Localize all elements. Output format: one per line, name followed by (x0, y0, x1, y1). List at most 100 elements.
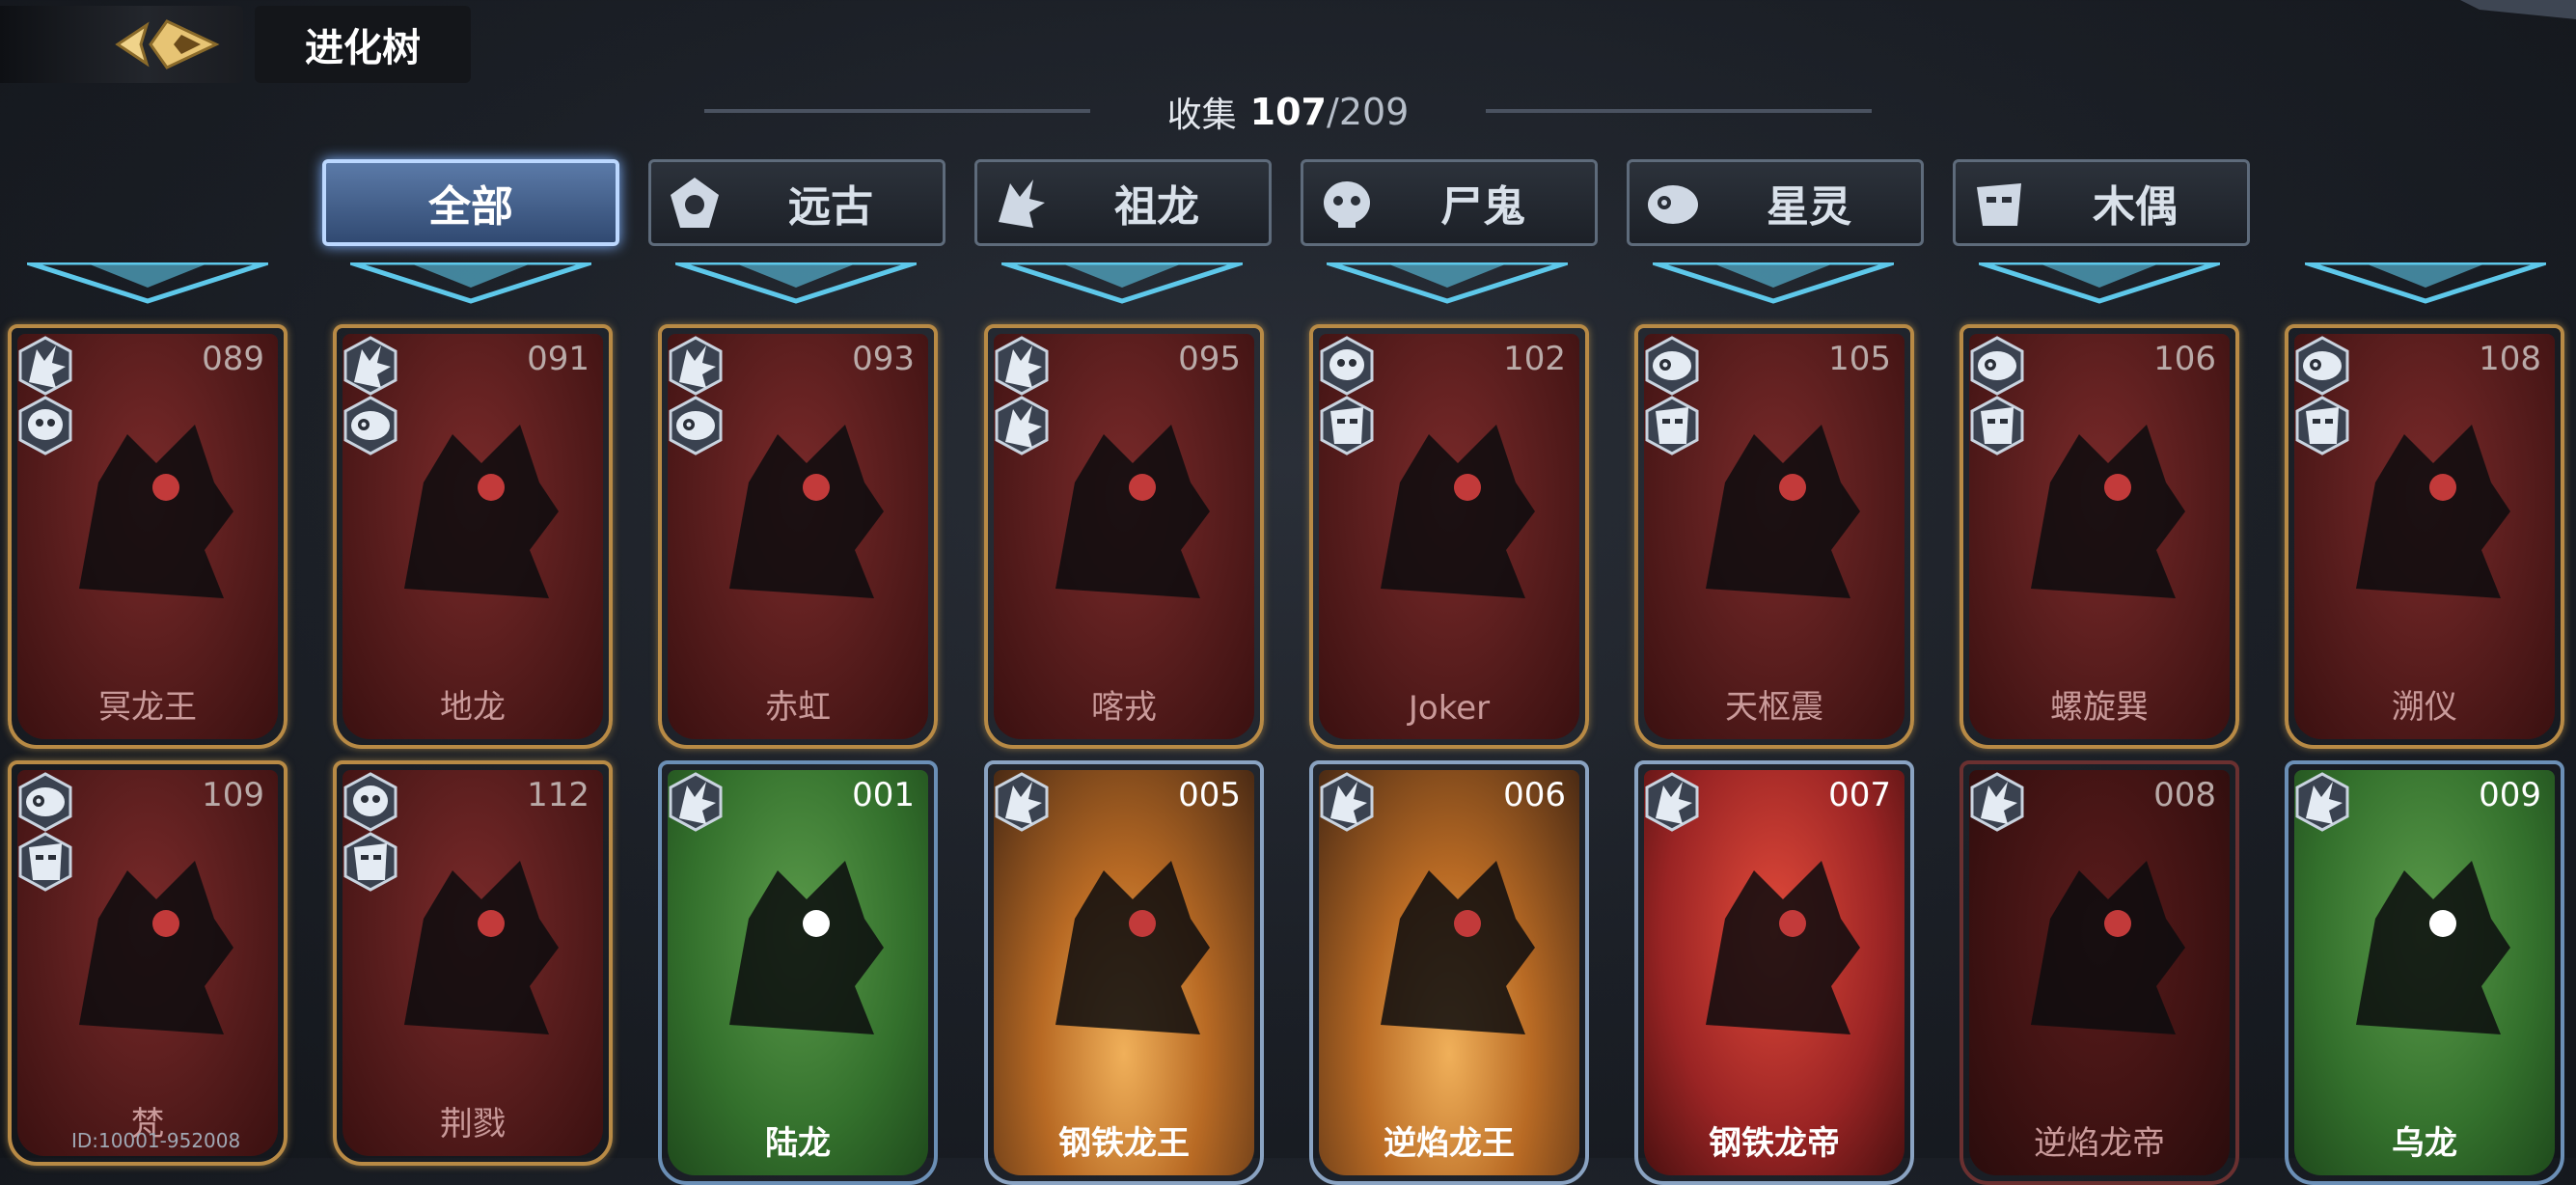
tab-ancient[interactable]: 远古 (648, 159, 945, 246)
card-name: 乌龙 (2392, 1124, 2457, 1163)
dragon-icon (994, 336, 1050, 396)
dragon-icon (668, 336, 724, 396)
monster-card[interactable]: 001 陆龙 (658, 760, 938, 1185)
tab-dragon[interactable]: 祖龙 (974, 159, 1272, 246)
puppet-icon (17, 832, 73, 892)
monster-portrait (50, 396, 253, 618)
chevron-icon (1001, 262, 1243, 304)
card-number: 005 (1178, 776, 1241, 814)
card-name: 逆焰龙帝 (2034, 1124, 2165, 1163)
card-number: 009 (2479, 776, 2541, 814)
star-spirit-icon (2294, 336, 2350, 396)
monster-card[interactable]: 009 乌龙 (2285, 760, 2564, 1185)
chevron-icon (1327, 262, 1568, 304)
chevron-icon (350, 262, 591, 304)
monster-card[interactable]: 102 Joker (1309, 324, 1589, 749)
card-name: 钢铁龙帝 (1709, 1124, 1840, 1163)
monster-portrait (375, 396, 578, 618)
monster-card[interactable]: 006 逆焰龙王 (1309, 760, 1589, 1185)
collection-label: 收集 (1166, 96, 1237, 135)
dragon-icon (343, 336, 398, 396)
card-number: 089 (202, 340, 264, 378)
ornament-right-icon (1486, 109, 1872, 113)
monster-card[interactable]: 109 梵 (8, 760, 288, 1166)
monster-card[interactable]: 108 溯仪 (2285, 324, 2564, 749)
monster-portrait (1027, 396, 1229, 618)
tab-all[interactable]: 全部 (322, 159, 619, 246)
player-id: ID:10001-952008 (71, 1129, 241, 1152)
card-name: 天枢震 (1725, 688, 1823, 727)
tab-label: 尸鬼 (1440, 182, 1525, 232)
monster-card[interactable]: 105 天枢震 (1634, 324, 1914, 749)
card-number: 001 (852, 776, 915, 814)
ornament-left-icon (704, 109, 1090, 113)
card-name: 赤虹 (765, 688, 831, 727)
tab-star-spirit[interactable]: 星灵 (1627, 159, 1924, 246)
monster-card[interactable]: 095 喀戎 (984, 324, 1264, 749)
dragon-icon (2294, 772, 2350, 832)
chevron-icon (27, 262, 268, 304)
corner-ornament-icon (2460, 0, 2576, 19)
card-number: 109 (202, 776, 264, 814)
ancient-icon (671, 178, 719, 228)
monster-card[interactable]: 005 钢铁龙王 (984, 760, 1264, 1185)
tab-label: 全部 (428, 182, 513, 232)
collection-separator: / (1327, 91, 1339, 133)
monster-card[interactable]: 007 钢铁龙帝 (1634, 760, 1914, 1185)
monster-portrait (2002, 396, 2205, 618)
monster-portrait (1677, 396, 1879, 618)
monster-card[interactable]: 089 冥龙王 (8, 324, 288, 749)
monster-portrait (700, 396, 903, 618)
card-number: 093 (852, 340, 915, 378)
monster-portrait (1352, 832, 1554, 1054)
ghoul-icon (1324, 181, 1370, 228)
dragon-icon (1644, 772, 1700, 832)
card-number: 102 (1503, 340, 1566, 378)
card-number: 007 (1828, 776, 1891, 814)
dragon-icon (994, 772, 1050, 832)
card-number: 112 (527, 776, 589, 814)
dragon-icon (1319, 772, 1375, 832)
star-spirit-icon (17, 772, 73, 832)
monster-card[interactable]: 106 螺旋巽 (1959, 324, 2239, 749)
chevron-icon (2305, 262, 2546, 304)
collection-total: 209 (1338, 91, 1410, 133)
puppet-icon (1969, 396, 2025, 455)
card-name: 陆龙 (765, 1124, 831, 1163)
card-name: 螺旋巽 (2050, 688, 2149, 727)
card-name: 冥龙王 (98, 688, 197, 727)
monster-card[interactable]: 091 地龙 (333, 324, 613, 749)
dragon-icon (994, 396, 1050, 455)
chevron-icon (675, 262, 917, 304)
card-number: 108 (2479, 340, 2541, 378)
monster-portrait (2327, 832, 2530, 1054)
star-spirit-icon (1648, 185, 1698, 224)
star-spirit-icon (343, 396, 398, 455)
card-name: 逆焰龙王 (1384, 1124, 1515, 1163)
monster-card[interactable]: 093 赤虹 (658, 324, 938, 749)
tab-ghoul[interactable]: 尸鬼 (1301, 159, 1598, 246)
puppet-icon (1977, 183, 2021, 226)
puppet-icon (1319, 396, 1375, 455)
tab-label: 祖龙 (1114, 182, 1199, 232)
chevron-icon (1979, 262, 2220, 304)
card-number: 091 (527, 340, 589, 378)
tab-label: 远古 (788, 182, 873, 232)
ghoul-icon (17, 396, 73, 455)
page-title: 进化树 (255, 6, 471, 83)
dragon-icon (668, 772, 724, 832)
monster-portrait (1352, 396, 1554, 618)
monster-portrait (700, 832, 903, 1054)
puppet-icon (343, 832, 398, 892)
card-name: 喀戎 (1091, 688, 1157, 727)
monster-card[interactable]: 112 荆戮 (333, 760, 613, 1166)
monster-card[interactable]: 008 逆焰龙帝 (1959, 760, 2239, 1185)
back-button[interactable] (0, 6, 243, 83)
tab-puppet[interactable]: 木偶 (1953, 159, 2250, 246)
card-name: Joker (1408, 689, 1491, 728)
star-spirit-icon (1969, 336, 2025, 396)
card-name: 荆戮 (440, 1105, 506, 1144)
chevron-icon (1653, 262, 1894, 304)
card-number: 105 (1828, 340, 1891, 378)
card-name: 溯仪 (2392, 688, 2457, 727)
